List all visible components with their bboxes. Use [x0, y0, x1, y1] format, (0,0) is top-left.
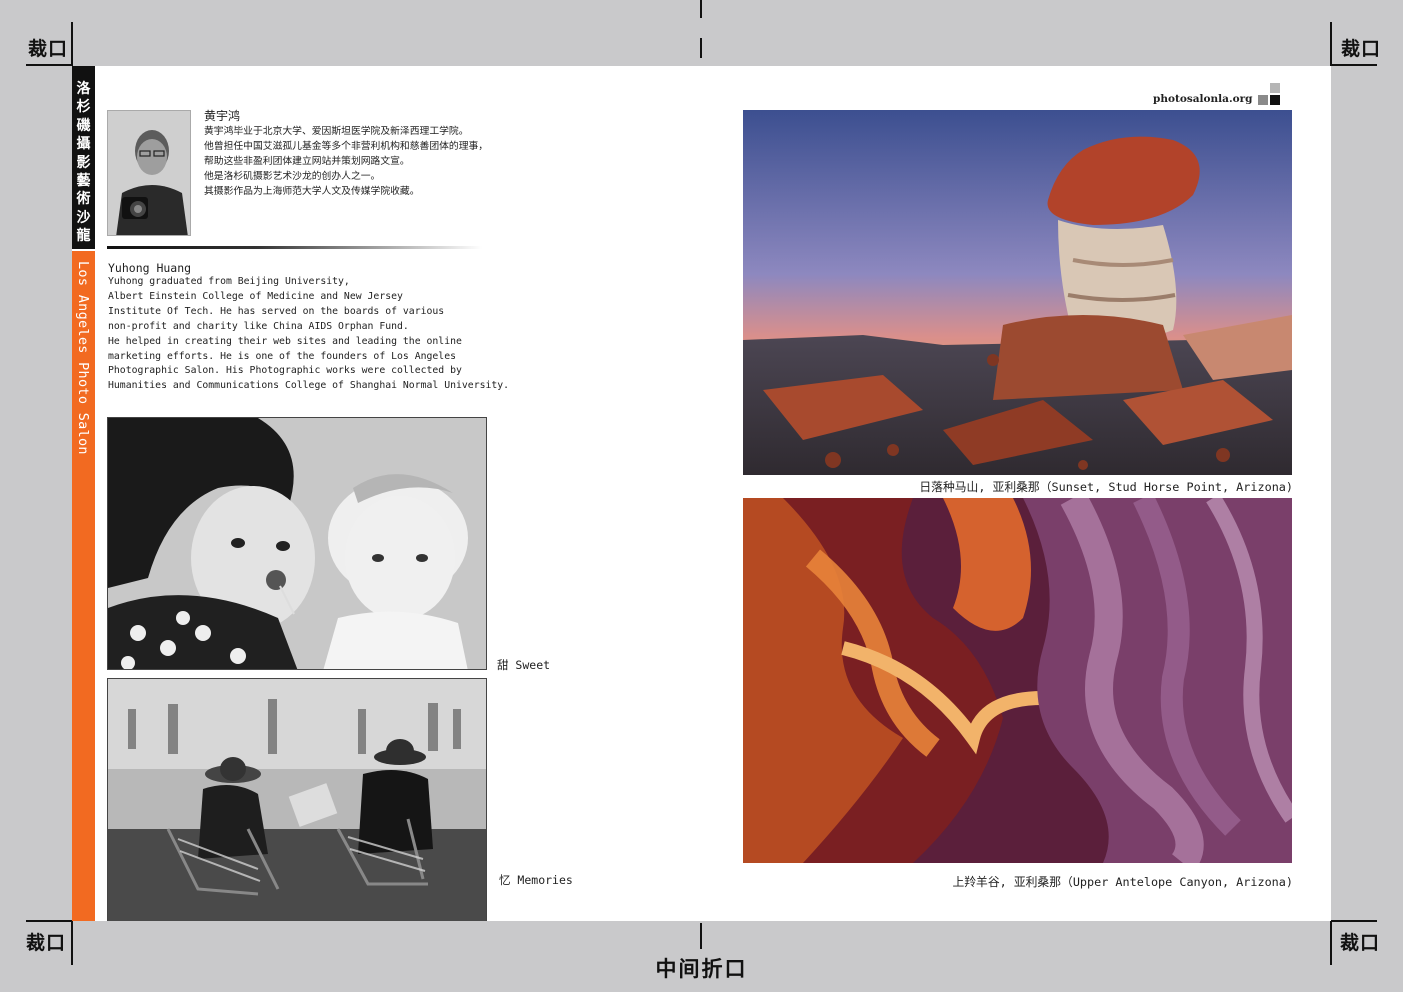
bio-cn-line: 他曾担任中国艾滋孤儿基金等多个非营利机构和慈善团体的理事，	[204, 141, 489, 152]
bio-cn-line: 帮助这些非盈利团体建立网站并策划网路文宣。	[204, 156, 410, 167]
logo-square	[1258, 95, 1268, 105]
crop-mark	[71, 22, 73, 66]
crop-label-top-right: 裁口	[1341, 38, 1382, 60]
bio-chinese: 黄宇鸿 黄宇鸿毕业于北京大学、爱因斯坦医学院及新泽西理工学院。 他曾担任中国艾滋…	[204, 109, 488, 199]
caption-memories: 忆 Memories	[499, 873, 573, 887]
sidebar-chinese-title: 洛杉磯攝影藝術沙龍	[72, 80, 95, 246]
crop-mark	[26, 920, 72, 922]
caption-sunset: 日落种马山, 亚利桑那（Sunset, Stud Horse Point, Ar…	[919, 480, 1293, 494]
sidebar-english-title: Los Angeles Photo Salon	[75, 261, 91, 455]
bio-en-line: Albert Einstein College of Medicine and …	[108, 290, 403, 302]
photo-upper-antelope-canyon	[743, 498, 1292, 863]
crop-mark	[1331, 920, 1377, 922]
magazine-spread: 洛杉磯攝影藝術沙龍 Los Angeles Photo Salon 黄宇鸿 黄宇…	[72, 66, 1331, 921]
sidebar-title-char: 龍	[76, 228, 91, 245]
crop-label-top-left: 裁口	[28, 38, 69, 60]
bio-cn-line: 其摄影作品为上海师范大学人文及传媒学院收藏。	[204, 186, 420, 197]
crop-label-bottom-left: 裁口	[26, 932, 67, 954]
site-url: photosalonla.org	[1153, 93, 1253, 105]
logo-square	[1270, 83, 1280, 93]
bio-en-line: marketing efforts. He is one of the foun…	[108, 350, 456, 362]
logo-square	[1270, 95, 1280, 105]
crop-mark	[1331, 64, 1377, 66]
crop-label-bottom-right: 裁口	[1340, 932, 1381, 954]
bio-en-line: Yuhong graduated from Beijing University…	[108, 276, 350, 287]
bio-en-line: Photographic Salon. His Photographic wor…	[108, 365, 462, 377]
crop-mark	[26, 64, 72, 66]
bio-en-line: He helped in creating their web sites an…	[108, 335, 462, 347]
bio-cn-line: 黄宇鸿毕业于北京大学、爱因斯坦医学院及新泽西理工学院。	[204, 126, 469, 137]
caption-antelope: 上羚羊谷, 亚利桑那（Upper Antelope Canyon, Arizon…	[952, 875, 1293, 889]
sidebar-title-char: 攝	[76, 136, 91, 153]
sidebar-title-char: 術	[76, 191, 91, 208]
sidebar-title-char: 磯	[76, 117, 91, 134]
bio-en-line: non-profit and charity like China AIDS O…	[108, 320, 409, 332]
photo-memories	[107, 678, 487, 921]
bio-en-line: Institute Of Tech. He has served on the …	[108, 305, 445, 317]
bio-english: Yuhong Huang Yuhong graduated from Beiji…	[108, 261, 509, 394]
bio-cn-name: 黄宇鸿	[204, 109, 241, 123]
center-fold-label: 中间折口	[655, 957, 748, 981]
bio-en-line: Humanities and Communications College of…	[108, 380, 510, 392]
sidebar-title-char: 沙	[76, 209, 91, 226]
author-portrait	[107, 110, 191, 236]
photo-sweet	[107, 417, 487, 670]
fold-mark-bottom	[700, 923, 702, 949]
bio-cn-line: 他是洛杉矶摄影艺术沙龙的创办人之一。	[204, 171, 381, 182]
sidebar-title-char: 影	[76, 154, 91, 171]
crop-mark	[1330, 22, 1332, 66]
bio-divider	[107, 246, 482, 249]
sidebar-title-char: 杉	[76, 99, 91, 116]
photo-sunset-stud-horse-point	[743, 110, 1292, 475]
fold-mark-top	[700, 0, 702, 18]
caption-sweet: 甜 Sweet	[497, 658, 551, 672]
bio-en-name: Yuhong Huang	[108, 261, 192, 275]
fold-mark-top	[700, 38, 702, 58]
sidebar-title-char: 洛	[76, 81, 91, 97]
sidebar-title-char: 藝	[76, 173, 91, 190]
